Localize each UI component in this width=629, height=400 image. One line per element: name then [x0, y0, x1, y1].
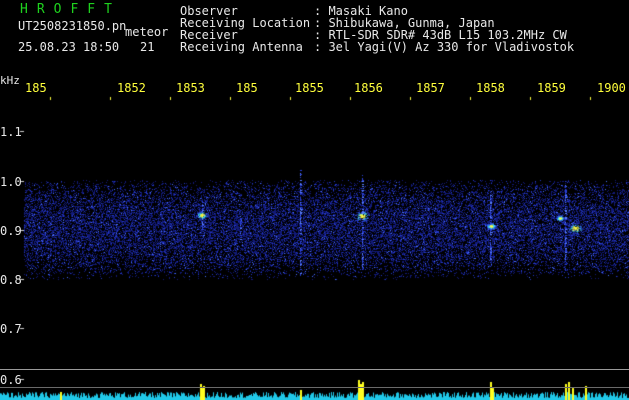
y-tick: 0.9	[0, 224, 22, 238]
time-tick: 1856	[354, 81, 383, 95]
info-value-antenna: : 3el Yagi(V) Az 330 for Vladivostok	[314, 40, 575, 54]
y-tick: 0.6	[0, 373, 22, 387]
time-tick: 1858	[476, 81, 505, 95]
time-tick: 1853	[176, 81, 205, 95]
y-unit-label: kHz	[0, 74, 20, 87]
level-top-line	[0, 369, 629, 370]
mode-label: meteor	[125, 25, 169, 39]
y-tick: 0.7	[0, 322, 22, 336]
time-tick: 1855	[295, 81, 324, 95]
y-tick: 0.8	[0, 273, 22, 287]
count-label: 21	[140, 40, 155, 54]
time-tick: 185	[236, 81, 258, 95]
time-tick: 1859	[537, 81, 566, 95]
spectrogram-canvas	[0, 0, 629, 400]
level-baseline	[0, 387, 629, 388]
time-tick: 1852	[117, 81, 146, 95]
date-time: 25.08.23 18:50	[18, 40, 120, 54]
file-name: UT2508231850.pn	[18, 19, 127, 33]
time-tick: 1857	[416, 81, 445, 95]
app-title: HROFFT	[20, 2, 121, 17]
info-label-antenna: Receiving Antenna	[180, 40, 303, 54]
y-tick: 1.1	[0, 125, 22, 139]
y-tick: 1.0	[0, 175, 22, 189]
time-tick: 185	[25, 81, 47, 95]
time-tick: 1900	[597, 81, 626, 95]
